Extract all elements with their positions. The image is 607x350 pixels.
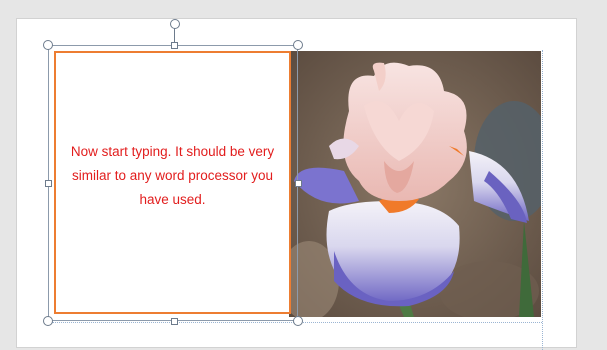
resize-handle-top[interactable]	[171, 42, 178, 49]
iris-photo[interactable]	[289, 51, 541, 317]
iris-flower-image	[289, 51, 541, 317]
text-box[interactable]: Now start typing. It should be very simi…	[54, 51, 291, 314]
resize-handle-left[interactable]	[45, 180, 52, 187]
resize-handle-bottom[interactable]	[171, 318, 178, 325]
resize-handle-right[interactable]	[295, 180, 302, 187]
text-box-content[interactable]: Now start typing. It should be very simi…	[56, 140, 289, 212]
resize-handle-top-left[interactable]	[43, 40, 53, 50]
slide-edge-guide	[542, 50, 543, 350]
rotate-handle[interactable]	[170, 19, 180, 29]
resize-handle-bottom-left[interactable]	[43, 316, 53, 326]
resize-handle-bottom-right[interactable]	[293, 316, 303, 326]
resize-handle-top-right[interactable]	[293, 40, 303, 50]
